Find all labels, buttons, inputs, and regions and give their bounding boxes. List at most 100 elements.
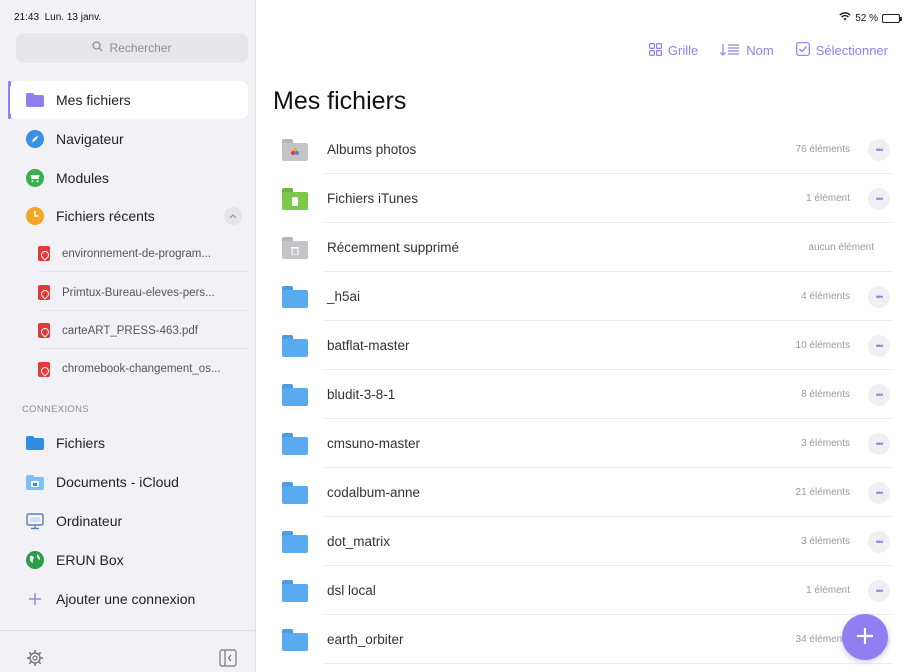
trash-folder-icon [282,236,308,259]
sidebar-footer [0,630,256,672]
section-label-connexions: CONNEXIONS [22,404,89,415]
file-row[interactable]: Albums photos 76 éléments ••• [270,125,892,174]
folder-icon [26,434,44,452]
more-button[interactable]: ••• [868,334,890,357]
file-list: Albums photos 76 éléments ••• Fichiers iTun… [270,125,892,664]
file-row[interactable]: dsl local 1 élément ••• [270,566,892,615]
pdf-icon [38,246,50,261]
sidebar-item-label: Fichiers récents [56,208,155,224]
status-time-date: 21:43 Lun. 13 janv. [14,12,101,23]
more-button[interactable]: ••• [868,138,890,161]
file-row[interactable]: Fichiers iTunes 1 élément ••• [270,174,892,223]
gear-icon[interactable] [26,649,44,672]
file-row[interactable]: Récemment supprimé aucun élément [270,223,892,272]
folder-icon [282,334,308,357]
grid-view-label: Grille [667,43,699,58]
folder-icon [282,579,308,602]
grid-icon [648,42,662,59]
sidebar-item-label: Ordinateur [56,513,123,529]
file-count: 4 éléments [801,291,850,302]
pdf-icon [38,361,50,377]
more-button[interactable]: ••• [868,432,890,455]
ellipsis-icon: ••• [875,438,884,449]
recent-file-item[interactable]: Primtux-Bureau-eleves-pers... [38,275,248,311]
ellipsis-icon: ••• [875,340,884,351]
more-button[interactable]: ••• [868,285,890,308]
battery-icon [882,13,902,23]
sidebar-item-documents-icloud[interactable]: Documents - iCloud [10,463,248,501]
recent-file-item[interactable]: environnement-de-program... [38,236,248,272]
recent-file-item[interactable]: chromebook-changement_os... [38,351,248,387]
file-row[interactable]: dot_matrix 3 éléments ••• [270,517,892,566]
file-row[interactable]: _h5ai 4 éléments ••• [270,272,892,321]
ellipsis-icon: ••• [875,291,884,302]
file-row[interactable]: bludit-3-8-1 8 éléments ••• [270,370,892,419]
sidebar-item-ordinateur[interactable]: Ordinateur [10,502,248,540]
file-count: aucun élément [808,242,874,253]
sort-button[interactable]: Nom [720,42,774,59]
file-name: bludit-3-8-1 [327,387,396,402]
ellipsis-icon: ••• [875,536,884,547]
music-folder-icon [282,187,308,210]
file-name: earth_orbiter [327,632,404,647]
add-connection-button[interactable]: Ajouter une connexion [10,580,248,618]
sidebar-item-label: Mes fichiers [56,92,131,108]
more-button[interactable]: ••• [868,530,890,553]
file-count: 3 éléments [801,438,850,449]
status-time: 21:43 [14,12,40,23]
battery-percent: 52 % [855,12,878,24]
file-name: dot_matrix [327,534,391,549]
more-button[interactable]: ••• [868,187,890,210]
file-row[interactable]: cmsuno-master 3 éléments ••• [270,419,892,468]
sidebar-item-navigateur[interactable]: Navigateur [10,120,248,158]
sidebar-item-modules[interactable]: Modules [10,159,248,197]
search-icon [92,41,103,55]
sidebar-item-erun-box[interactable]: ERUN Box [10,541,248,579]
folder-icon [26,91,44,109]
grid-view-button[interactable]: Grille [648,42,699,59]
sidebar-item-fichiers[interactable]: Fichiers [10,424,248,462]
globe-icon [26,551,44,569]
sort-icon [720,43,740,59]
file-name: batflat-master [327,338,410,353]
add-button[interactable] [842,614,888,660]
sidebar-item-label: Modules [56,170,109,186]
sidebar-item-fichiers-recents[interactable]: Fichiers récents [10,197,248,235]
file-count: 10 éléments [795,340,850,351]
folder-icon [282,481,308,504]
folder-icon [282,628,308,651]
chevron-up-icon [229,212,237,221]
file-name: Fichiers iTunes [327,191,419,206]
file-row[interactable]: earth_orbiter34 éléments••• [270,615,892,664]
folder-icon [282,530,308,553]
select-button[interactable]: Sélectionner [795,42,888,59]
file-name: dsl local [327,583,376,598]
file-count: 3 éléments [801,536,850,547]
file-name: Récemment supprimé [327,240,460,255]
ellipsis-icon: ••• [875,144,884,155]
clock-icon [26,207,44,225]
more-button[interactable]: ••• [868,383,890,406]
recent-file-item[interactable]: carteART_PRESS-463.pdf [38,313,248,349]
cloud-folder-icon [26,473,44,491]
search-field[interactable]: Rechercher [16,33,248,63]
collapse-recent-button[interactable] [224,207,242,225]
toolbar: Grille Nom Sélectionner [648,42,888,59]
file-row[interactable]: batflat-master 10 éléments ••• [270,321,892,370]
ellipsis-icon: ••• [875,389,884,400]
file-name: cmsuno-master [327,436,421,451]
ellipsis-icon: ••• [875,585,884,596]
sort-label: Nom [746,43,774,58]
more-button[interactable]: ••• [868,481,890,504]
recent-file-name: chromebook-changement_os... [62,363,221,375]
sidebar-toggle-icon[interactable] [219,649,237,672]
sidebar-item-label: Fichiers [56,435,106,451]
file-row[interactable]: codalbum-anne 21 éléments ••• [270,468,892,517]
recent-file-name: Primtux-Bureau-eleves-pers... [62,286,215,299]
checkbox-icon [795,42,810,59]
status-date: Lun. 13 janv. [44,12,102,23]
file-count: 1 élément [806,585,850,596]
sidebar-item-mes-fichiers[interactable]: Mes fichiers [10,81,248,119]
more-button[interactable]: ••• [868,579,890,602]
folder-icon [282,383,308,406]
